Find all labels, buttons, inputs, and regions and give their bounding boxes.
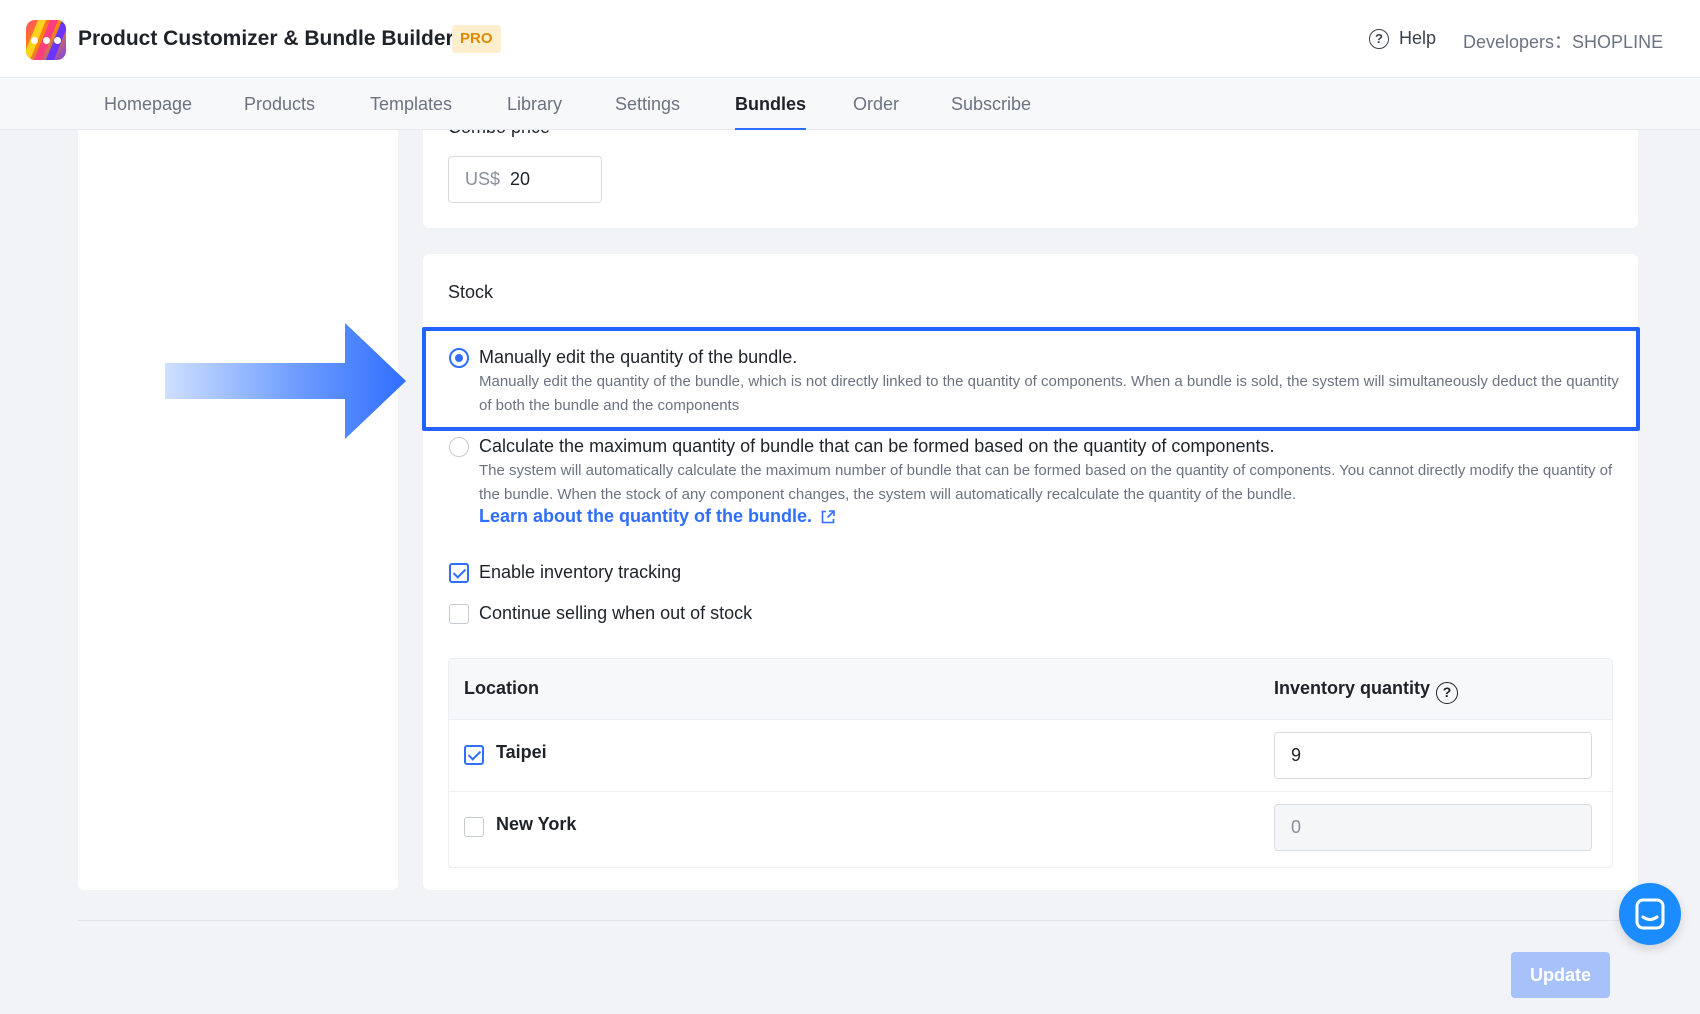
footer-divider — [78, 920, 1638, 921]
calculated-quantity-radio[interactable] — [449, 437, 469, 457]
tab-library[interactable]: Library — [507, 94, 562, 115]
highlight-box — [422, 327, 1640, 431]
chat-button[interactable] — [1619, 883, 1681, 945]
location-checkbox-taipei[interactable] — [464, 745, 484, 765]
calculated-quantity-title: Calculate the maximum quantity of bundle… — [479, 436, 1275, 456]
pro-badge: PRO — [452, 25, 501, 53]
pointer-arrow-icon — [165, 323, 406, 439]
top-header: Product Customizer & Bundle Builder PRO … — [0, 0, 1700, 78]
inventory-quantity-header-label: Inventory quantity — [1274, 678, 1431, 698]
tab-products[interactable]: Products — [244, 94, 315, 115]
question-circle-icon[interactable]: ? — [1436, 682, 1459, 704]
table-row: New York 0 — [449, 791, 1612, 863]
inventory-table: Location Inventory quantity? Taipei 9 Ne… — [448, 658, 1613, 868]
location-name: New York — [496, 814, 577, 834]
update-button[interactable]: Update — [1511, 952, 1610, 998]
tab-bundles[interactable]: Bundles — [735, 94, 807, 130]
inventory-quantity-header: Inventory quantity? — [1274, 678, 1459, 704]
location-checkbox-new-york[interactable] — [464, 817, 484, 837]
main-nav: Homepage Products Templates Library Sett… — [0, 78, 1700, 130]
stock-title: Stock — [448, 282, 494, 302]
learn-link-label: Learn about the quantity of the bundle. — [479, 506, 812, 526]
inventory-table-header: Location Inventory quantity? — [449, 659, 1612, 719]
learn-quantity-link[interactable]: Learn about the quantity of the bundle. — [479, 506, 836, 527]
tab-subscribe[interactable]: Subscribe — [951, 94, 1031, 115]
help-link[interactable]: ? Help — [1369, 28, 1436, 49]
tab-order[interactable]: Order — [853, 94, 899, 115]
enable-tracking-label: Enable inventory tracking — [479, 562, 682, 582]
location-header: Location — [464, 678, 539, 698]
developers-label: Developers：SHOPLINE — [1463, 32, 1664, 52]
external-link-icon — [821, 509, 835, 523]
help-label: Help — [1399, 28, 1437, 48]
price-value: 20 — [510, 169, 531, 189]
table-row: Taipei 9 — [449, 719, 1612, 791]
quantity-input-new-york: 0 — [1274, 804, 1592, 851]
currency-prefix: US$ — [465, 169, 501, 189]
combo-price-label: Combo price — [448, 130, 550, 138]
quantity-input-taipei[interactable]: 9 — [1274, 732, 1592, 779]
continue-selling-label: Continue selling when out of stock — [479, 603, 753, 623]
pricing-card: Combo price US$ 20 — [423, 130, 1638, 228]
enable-tracking-checkbox[interactable] — [449, 563, 469, 583]
app-title: Product Customizer & Bundle Builder — [78, 27, 454, 50]
continue-selling-checkbox[interactable] — [449, 604, 469, 624]
app-logo — [26, 20, 66, 60]
left-panel — [78, 130, 398, 890]
combo-price-input[interactable]: US$ 20 — [448, 156, 602, 203]
question-circle-icon: ? — [1369, 28, 1389, 49]
calculated-quantity-description: The system will automatically calculate … — [479, 462, 1613, 503]
tab-templates[interactable]: Templates — [370, 94, 452, 115]
tab-settings[interactable]: Settings — [615, 94, 680, 115]
location-name: Taipei — [496, 742, 547, 762]
chat-icon — [1635, 898, 1665, 930]
tab-homepage[interactable]: Homepage — [104, 94, 192, 115]
